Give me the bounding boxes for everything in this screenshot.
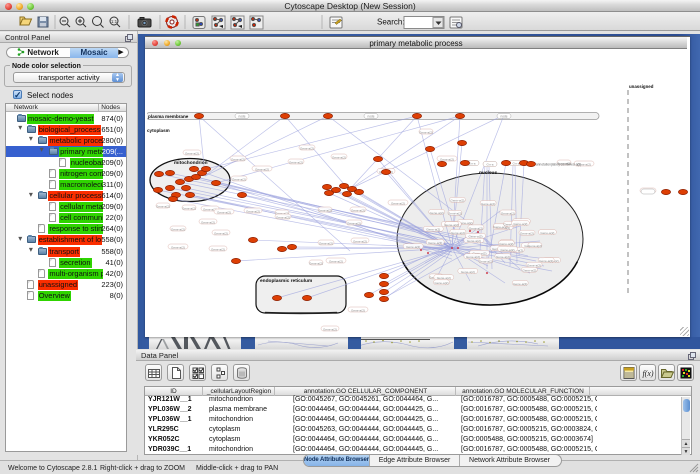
svg-text:Gene-a(2): Gene-a(2): [319, 241, 333, 245]
svg-text:Gene-a(2): Gene-a(2): [469, 226, 483, 230]
svg-text:node: node: [500, 114, 507, 118]
svg-text:Gene-a(2): Gene-a(2): [428, 241, 442, 245]
svg-text:Gene-a(2): Gene-a(2): [289, 160, 303, 164]
svg-text:Gene-a(2): Gene-a(2): [430, 211, 444, 215]
svg-text:Gene-a(2): Gene-a(2): [540, 231, 554, 235]
svg-text:Gene-a(2): Gene-a(2): [466, 255, 480, 259]
svg-text:Gene-a(2): Gene-a(2): [522, 269, 536, 273]
svg-text:nucleus: nucleus: [479, 170, 497, 176]
svg-text:Gene-a(2): Gene-a(2): [318, 208, 332, 212]
svg-text:Gene-a(2): Gene-a(2): [214, 231, 228, 235]
svg-text:plasma membrane: plasma membrane: [148, 114, 189, 119]
svg-text:Gene-a(2): Gene-a(2): [332, 155, 346, 159]
svg-text:Gene-a(2): Gene-a(2): [501, 211, 515, 215]
svg-text:Gene-a(2): Gene-a(2): [479, 260, 493, 264]
svg-text:Gene-a(2): Gene-a(2): [276, 215, 290, 219]
svg-text:Gene-a(2): Gene-a(2): [171, 245, 185, 249]
svg-text:Gene-a(2): Gene-a(2): [246, 209, 260, 213]
svg-text:Gene-a(2): Gene-a(2): [500, 248, 514, 252]
svg-text:Search:: Search:: [377, 18, 405, 27]
svg-text:f(x): f(x): [642, 369, 653, 378]
svg-text:annotation(label)-combined-a(2: annotation(label)-combined-a(2): [536, 163, 581, 167]
svg-text:Gene-a(2): Gene-a(2): [217, 210, 231, 214]
svg-text:Gene-a(2): Gene-a(2): [351, 308, 365, 312]
svg-text:Gene-a(2): Gene-a(2): [467, 239, 481, 243]
svg-text:Gene-a(2): Gene-a(2): [182, 206, 196, 210]
svg-text:Gn-a: Gn-a: [513, 162, 520, 166]
svg-text:Gene-a(2): Gene-a(2): [440, 157, 454, 161]
svg-text:Gene-a(2): Gene-a(2): [232, 177, 246, 181]
svg-text:1:1: 1:1: [111, 19, 118, 24]
svg-text:endoplasmic reticulum: endoplasmic reticulum: [260, 278, 312, 284]
svg-text:Gene-a(2): Gene-a(2): [437, 276, 451, 280]
svg-text:Gene-a(2): Gene-a(2): [406, 245, 420, 249]
svg-text:Gene-a(2): Gene-a(2): [201, 220, 215, 224]
svg-text:node: node: [238, 114, 245, 118]
svg-text:Gene-a(2): Gene-a(2): [329, 259, 343, 263]
svg-text:Gene-a(2): Gene-a(2): [419, 130, 433, 134]
svg-text:Gene-a(2): Gene-a(2): [448, 212, 462, 216]
svg-text:Gene-a(2): Gene-a(2): [255, 167, 269, 171]
svg-text:Gene-a(2): Gene-a(2): [461, 270, 475, 274]
svg-text:unassigned: unassigned: [629, 84, 654, 89]
svg-text:Gene-a(2): Gene-a(2): [231, 157, 245, 161]
svg-text:Gene-a(2): Gene-a(2): [211, 247, 225, 251]
svg-text:Gn-a: Gn-a: [487, 163, 494, 167]
svg-text:Gene-a(2): Gene-a(2): [391, 201, 405, 205]
svg-text:Gene-a(2): Gene-a(2): [347, 221, 361, 225]
svg-text:Gene-a(2): Gene-a(2): [496, 255, 510, 259]
svg-text:Gene-a(2): Gene-a(2): [445, 223, 459, 227]
svg-text:Gene-a(2): Gene-a(2): [171, 227, 185, 231]
svg-text:Gene-a(2): Gene-a(2): [513, 222, 527, 226]
svg-text:Gene-a(2): Gene-a(2): [351, 208, 365, 212]
svg-text:Gene-a(2): Gene-a(2): [323, 327, 337, 331]
svg-text:cytoplasm: cytoplasm: [147, 128, 170, 133]
svg-text:Gene-a(2): Gene-a(2): [528, 244, 542, 248]
svg-text:Gene-a(2): Gene-a(2): [309, 261, 323, 265]
svg-text:Gene-a(2): Gene-a(2): [513, 282, 527, 286]
svg-text:Gene-a(2): Gene-a(2): [353, 239, 367, 243]
svg-text:Gene-a(2): Gene-a(2): [451, 231, 465, 235]
svg-text:Gene-a(2): Gene-a(2): [450, 199, 464, 203]
svg-text:Gene-a(2): Gene-a(2): [520, 232, 534, 236]
svg-text:Gene-a(2): Gene-a(2): [481, 202, 495, 206]
svg-text:mitochondrion: mitochondrion: [174, 160, 208, 166]
svg-text:Gene-a(2): Gene-a(2): [426, 228, 440, 232]
svg-text:Gene-a(2): Gene-a(2): [185, 151, 199, 155]
svg-text:node: node: [367, 114, 374, 118]
svg-text:Gene-a(2): Gene-a(2): [434, 281, 448, 285]
svg-text:Gene-a(2): Gene-a(2): [300, 146, 314, 150]
svg-text:Gene-a(2): Gene-a(2): [468, 235, 482, 239]
svg-text:Gene-a(2): Gene-a(2): [156, 204, 170, 208]
